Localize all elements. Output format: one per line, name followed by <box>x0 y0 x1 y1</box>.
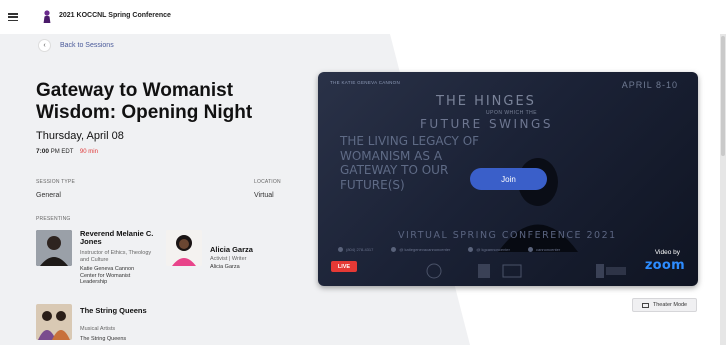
video-date-text: APRIL 8-10 <box>621 80 678 90</box>
session-title: Gateway to Womanist Wisdom: Opening Nigh… <box>36 80 253 123</box>
page-scrollbar[interactable] <box>720 34 726 345</box>
session-timezone: PM EDT <box>50 149 74 155</box>
chevron-left-icon: ‹ <box>38 39 51 52</box>
social-icon <box>391 246 397 252</box>
video-organizer-text: THE KATIE GENEVA CANNON <box>330 80 400 85</box>
video-virtual-conference-text: VIRTUAL SPRING CONFERENCE 2021 <box>398 230 617 241</box>
video-contact: (804) 278-4317 <box>338 245 373 253</box>
video-contact: cannoncenter <box>527 245 560 253</box>
theater-mode-button[interactable]: Theater Mode <box>632 298 697 312</box>
presenter-name[interactable]: The String Queens <box>80 307 160 315</box>
web-icon <box>527 246 533 252</box>
session-type-label: SESSION TYPE <box>36 179 75 185</box>
theater-mode-icon <box>641 302 649 308</box>
location-label: LOCATION <box>254 179 281 185</box>
presenter-organization: The String Queens <box>80 336 127 342</box>
video-headline-sub: UPON WHICH THE <box>486 110 538 116</box>
presenting-label: PRESENTING <box>36 216 71 222</box>
presenter-name[interactable]: Alicia Garza <box>210 246 290 254</box>
video-player[interactable]: THE KATIE GENEVA CANNON APRIL 8-10 THE H… <box>318 72 698 286</box>
presenter-avatar[interactable] <box>36 304 72 340</box>
social-icon <box>468 246 474 252</box>
session-page: ‹ Back to Sessions Gateway to Womanist W… <box>0 34 720 345</box>
back-link-label: Back to Sessions <box>60 42 114 49</box>
video-headline-2: FUTURE SWINGS <box>420 117 553 131</box>
session-time: 7:00 PM EDT 90 min <box>36 148 98 155</box>
presenter-photo-icon <box>166 230 202 266</box>
presenter-photo-icon <box>36 304 72 340</box>
theater-mode-label: Theater Mode <box>652 302 688 308</box>
video-contact-row: (804) 278-4317 @ katiegenevacannoncenter… <box>338 245 683 253</box>
location-value: Virtual <box>254 192 274 199</box>
zoom-logo: zoom <box>644 258 685 273</box>
presenter-photo-icon <box>36 230 72 266</box>
presenter-role: Instructor of Ethics, Theology and Cultu… <box>80 250 152 263</box>
live-badge: LIVE <box>331 261 357 272</box>
video-legacy-text: THE LIVING LEGACY OF WOMANISM AS A GATEW… <box>340 134 480 192</box>
video-headline: THE HINGES <box>436 94 536 109</box>
session-duration: 90 min <box>79 149 98 155</box>
top-bar: 2021 KOCCNL Spring Conference <box>0 0 726 34</box>
sponsor-logos-icon <box>426 263 626 279</box>
presenter-name[interactable]: Reverend Melanie C. Jones <box>80 230 160 246</box>
menu-icon[interactable] <box>8 13 18 21</box>
session-start-time: 7:00 <box>36 148 50 155</box>
presenter-role: Musical Artists <box>80 326 116 332</box>
session-type-value: General <box>36 192 61 199</box>
conference-title: 2021 KOCCNL Spring Conference <box>59 12 171 19</box>
presenter-avatar[interactable] <box>36 230 72 266</box>
conference-logo-icon <box>43 10 51 23</box>
phone-icon <box>338 246 343 252</box>
scrollbar-thumb[interactable] <box>721 36 725 156</box>
presenter-role: Activist | Writer <box>210 256 247 262</box>
back-to-sessions-link[interactable]: ‹ Back to Sessions <box>38 39 114 52</box>
video-contact: @ kgcannoncenter <box>468 245 510 253</box>
join-button[interactable]: Join <box>470 168 547 190</box>
presenter-organization: Katie Geneva Cannon Center for Womanist … <box>80 266 135 285</box>
presenter-organization: Alicia Garza <box>210 264 240 270</box>
presenter-avatar[interactable] <box>166 230 202 266</box>
session-date: Thursday, April 08 <box>36 130 124 142</box>
video-by-label: Video by <box>654 249 680 256</box>
video-contact: @ katiegenevacannoncenter <box>391 245 450 253</box>
